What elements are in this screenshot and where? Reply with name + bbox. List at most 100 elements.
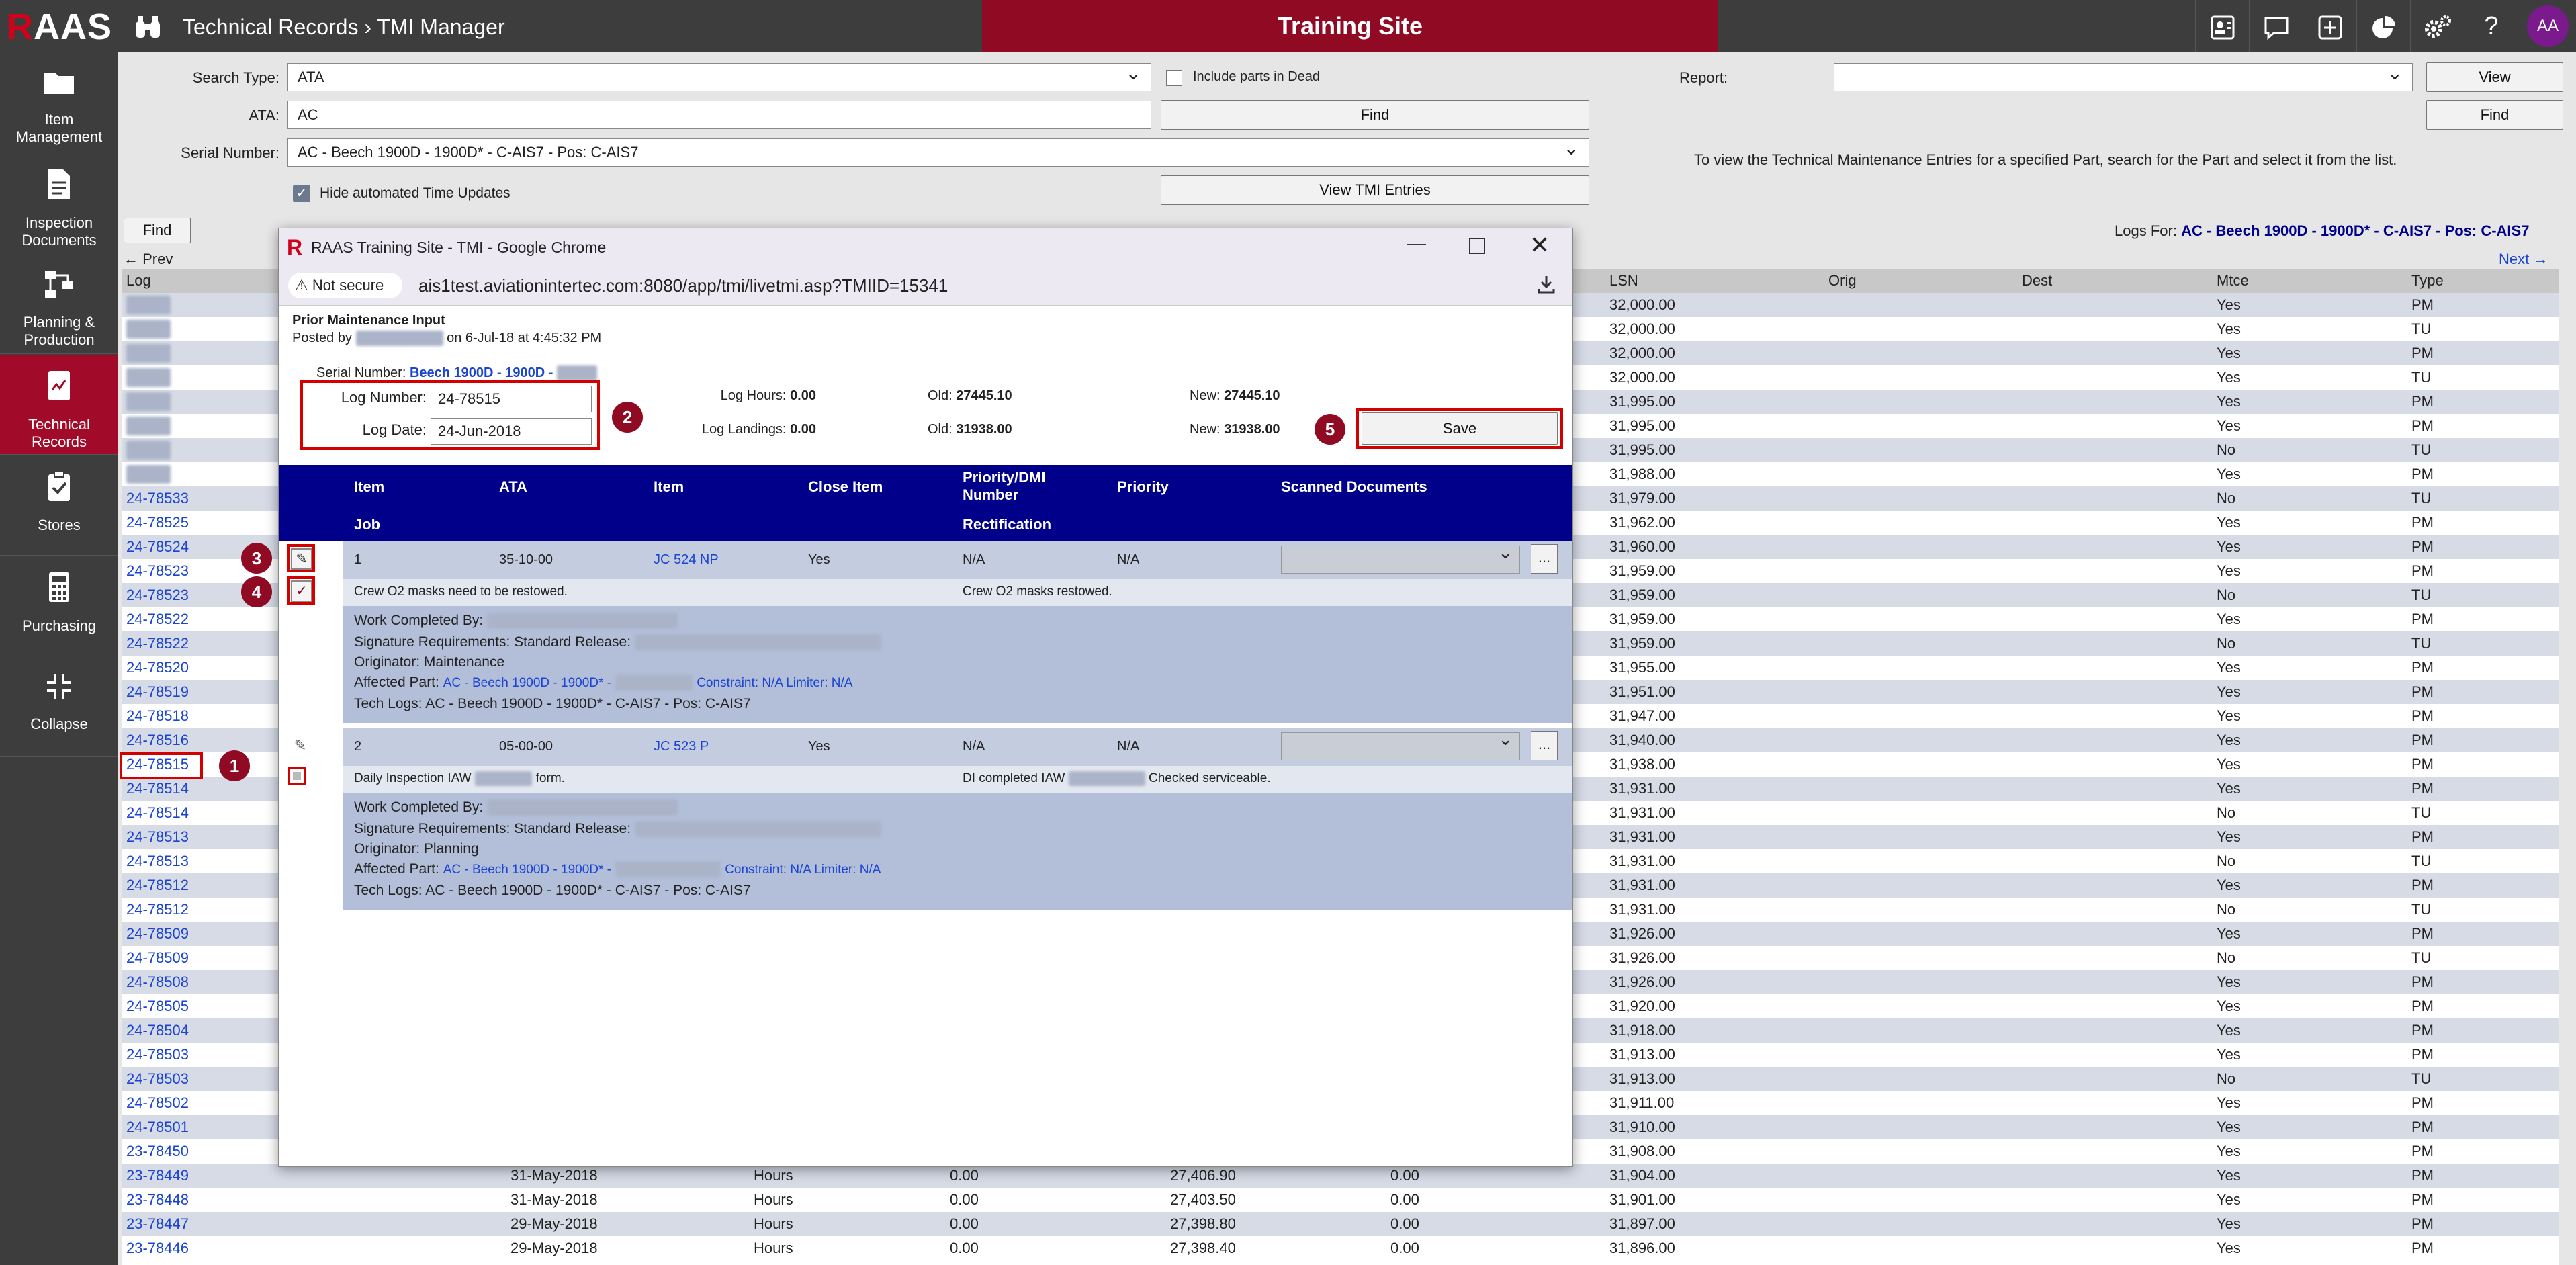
cell-log[interactable]: 24-78516 <box>126 728 189 752</box>
cell-type: PM <box>2411 756 2434 773</box>
cell-log[interactable]: 24-78509 <box>126 922 189 946</box>
cell-log[interactable]: xxxxxx <box>126 417 171 435</box>
cell-log[interactable]: 23-78448 <box>126 1188 189 1212</box>
view-tmi-button[interactable]: View TMI Entries <box>1161 175 1589 205</box>
minimize-icon[interactable]: — <box>1407 232 1426 254</box>
cell-log[interactable]: xxxxxx <box>126 344 171 363</box>
include-dead-checkbox[interactable] <box>1166 70 1182 86</box>
security-chip[interactable]: ⚠ Not secure <box>288 273 402 298</box>
cell-mtce: No <box>2217 949 2236 966</box>
cell-log[interactable]: 24-78513 <box>126 825 189 849</box>
find-report-button[interactable]: Find <box>2426 100 2563 130</box>
affected-part-link[interactable]: AC - Beech 1900D - 1900D* - <box>443 863 611 877</box>
cell-log[interactable]: 24-78505 <box>126 994 189 1018</box>
cell-log[interactable]: 24-78514 <box>126 801 189 825</box>
table-row[interactable]: 23-78449 31-May-2018 Hours 0.00 27,406.90 0.0… <box>122 1164 2559 1188</box>
sidebar-item-inspection-documents[interactable]: Inspection Documents <box>0 153 118 253</box>
cell-log[interactable]: 24-78512 <box>126 873 189 898</box>
cell-log[interactable]: xxxxxx <box>126 320 171 339</box>
close-icon[interactable]: ✕ <box>1529 231 1550 259</box>
avatar[interactable]: AA <box>2527 5 2569 47</box>
cell-log[interactable]: 24-78509 <box>126 946 189 970</box>
sidebar-item-item-management[interactable]: Item Management <box>0 52 118 152</box>
cell-log[interactable]: 24-78523 <box>126 583 189 607</box>
close-item-2-checkbox[interactable] <box>288 767 306 785</box>
cell-log[interactable]: 24-78504 <box>126 1018 189 1043</box>
cell-log[interactable]: 24-78524 <box>126 535 189 559</box>
report-select[interactable] <box>1834 60 2413 91</box>
search-type-select[interactable]: ATA <box>287 60 1151 91</box>
clipboard-check-icon <box>0 470 118 510</box>
prev-link[interactable]: ← Prev <box>124 249 173 270</box>
chat-icon[interactable] <box>2249 0 2303 52</box>
cell-type: TU <box>2411 853 2432 869</box>
gear-icon[interactable] <box>2410 0 2464 52</box>
item-2-jc-link[interactable]: JC 523 P <box>654 739 709 754</box>
cell-log[interactable]: 24-78512 <box>126 898 189 922</box>
cell-log[interactable]: 23-78447 <box>126 1212 189 1236</box>
table-row[interactable]: 23-78448 31-May-2018 Hours 0.00 27,403.50 0.0… <box>122 1188 2559 1212</box>
item-2-more-button[interactable]: ... <box>1531 731 1558 760</box>
cell-log[interactable]: 24-78514 <box>126 777 189 801</box>
search-type-value: ATA <box>298 69 324 85</box>
help-icon[interactable]: ? <box>2464 0 2518 52</box>
id-card-icon[interactable] <box>2195 0 2250 52</box>
cell-log[interactable]: 24-78502 <box>126 1091 189 1115</box>
cell-type: PM <box>2411 877 2434 893</box>
cell-log[interactable]: 24-78501 <box>126 1115 189 1139</box>
table-row[interactable]: 23-78446 29-May-2018 Hours 0.00 27,398.40 0.0… <box>122 1236 2559 1260</box>
cell-log[interactable]: 24-78533 <box>126 486 189 511</box>
cell-log[interactable]: xxxxxx <box>126 296 171 314</box>
binoculars-icon[interactable] <box>133 13 163 40</box>
cell-type: PM <box>2411 732 2434 748</box>
serial-number-select[interactable]: AC - Beech 1900D - 1900D* - C-AIS7 - Pos… <box>287 135 1589 167</box>
popup-url[interactable]: ais1test.aviationintertec.com:8080/app/t… <box>418 274 948 297</box>
cell-log[interactable]: 23-78446 <box>126 1236 189 1260</box>
collapse-icon <box>0 672 118 709</box>
sidebar-item-planning-production[interactable]: Planning & Production <box>0 254 118 354</box>
ata-input[interactable]: AC <box>287 101 1151 129</box>
cell-log[interactable]: 24-78519 <box>126 680 189 704</box>
cell-log[interactable]: 23-78450 <box>126 1139 189 1164</box>
cell-log[interactable]: xxxxxx <box>126 465 171 484</box>
view-button[interactable]: View <box>2426 62 2563 92</box>
plus-square-icon[interactable] <box>2303 0 2357 52</box>
cell-log[interactable]: 24-78522 <box>126 607 189 631</box>
edit-item-2-icon[interactable]: ✎ <box>291 736 310 755</box>
download-icon[interactable] <box>1536 274 1556 294</box>
sidebar-item-collapse[interactable]: Collapse <box>0 657 118 757</box>
find-button[interactable]: Find <box>1161 100 1589 130</box>
item-1-more-button[interactable]: ... <box>1531 544 1558 574</box>
next-link[interactable]: Next → <box>2499 249 2548 270</box>
cell-log[interactable]: 24-78523 <box>126 559 189 583</box>
cell-log[interactable]: xxxxxx <box>126 392 171 411</box>
cell-log[interactable]: xxxxxx <box>126 441 171 460</box>
item-1-jc-link[interactable]: JC 524 NP <box>654 552 719 568</box>
cell-mtce: No <box>2217 490 2236 507</box>
cell-log[interactable]: 24-78503 <box>126 1067 189 1091</box>
cell-log[interactable]: 24-78508 <box>126 970 189 994</box>
cell-log[interactable]: 24-78513 <box>126 849 189 873</box>
sidebar-item-technical-records[interactable]: Technical Records <box>0 355 118 455</box>
cell-log[interactable]: 23-78449 <box>126 1164 189 1188</box>
cell-log[interactable]: 24-78503 <box>126 1043 189 1067</box>
old-hours: Old: 27445.10 <box>928 388 1012 404</box>
table-row[interactable]: 23-78447 29-May-2018 Hours 0.00 27,398.80 0.0… <box>122 1212 2559 1236</box>
sidebar-item-stores[interactable]: Stores <box>0 455 118 556</box>
hide-auto-checkbox[interactable]: ✓ <box>293 185 310 202</box>
log-hours-label: Log Hours: <box>720 388 787 403</box>
maximize-icon[interactable] <box>1469 238 1485 254</box>
item-1-scanned-select[interactable] <box>1281 542 1520 574</box>
item-2-scanned-select[interactable] <box>1281 729 1520 760</box>
affected-part-link[interactable]: AC - Beech 1900D - 1900D* - <box>443 676 611 690</box>
cell-log[interactable]: xxxxxx <box>126 368 171 387</box>
popup-serial-value[interactable]: Beech 1900D - 1900D - <box>410 365 553 380</box>
cell-log[interactable]: 24-78518 <box>126 704 189 728</box>
cell-log[interactable]: 24-78525 <box>126 511 189 535</box>
raas-logo[interactable]: RAAS <box>7 5 112 48</box>
cell-log[interactable]: 24-78520 <box>126 656 189 680</box>
find-logs-button[interactable]: Find <box>124 218 191 243</box>
cell-log[interactable]: 24-78522 <box>126 631 189 656</box>
sidebar-item-purchasing[interactable]: Purchasing <box>0 556 118 656</box>
pie-chart-icon[interactable] <box>2356 0 2411 52</box>
